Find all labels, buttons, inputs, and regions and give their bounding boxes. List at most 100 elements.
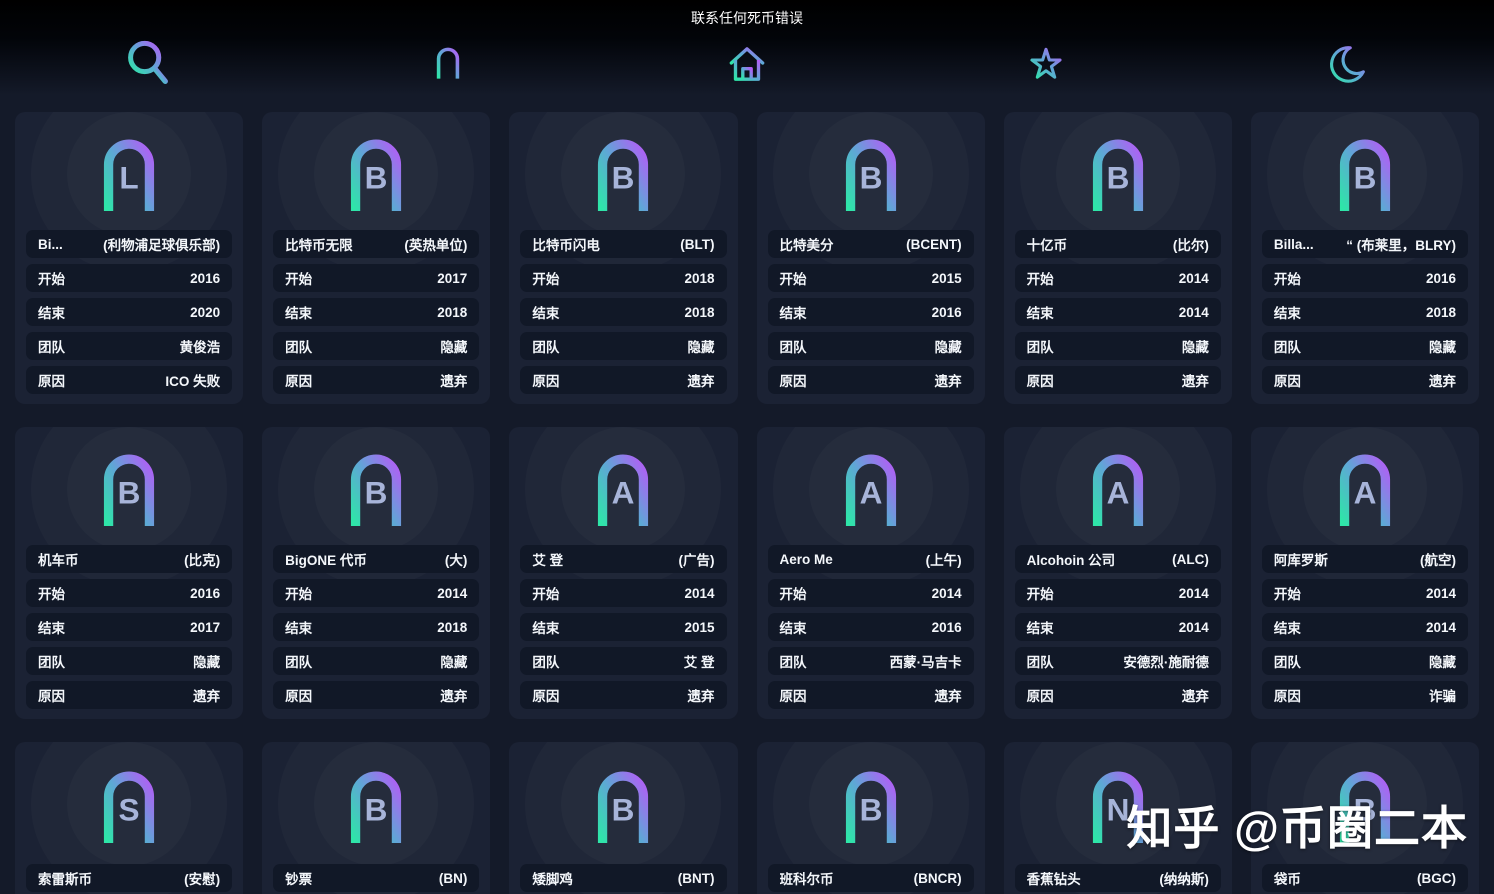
search-icon (123, 38, 175, 90)
nav-tombstone[interactable] (299, 41, 598, 87)
field-value: 遗弃 (1182, 370, 1209, 390)
field-label: 原因 (285, 685, 312, 705)
field-label: 开始 (1027, 583, 1054, 603)
coin-title-row: Aero Me(上午) (768, 545, 974, 573)
end-year-row: 结束2016 (768, 613, 974, 641)
coin-title-row: 比特币无限(英热单位) (273, 230, 479, 258)
coin-title-row: 阿库罗斯(航空) (1262, 545, 1468, 573)
start-year-row: 开始 2016 (1262, 264, 1468, 292)
coin-card[interactable]: B Billa...“ (布莱里，BLRY) 开始2016 结束2018 团队隐… (1251, 112, 1479, 404)
field-value: 遗弃 (688, 685, 715, 705)
field-label: 结束 (1274, 617, 1301, 637)
nav-moon[interactable] (1195, 41, 1494, 87)
reason-row: 原因遗弃 (26, 681, 232, 709)
tombstone-icon: B (520, 120, 726, 224)
nav-star[interactable] (896, 41, 1195, 87)
field-label: 结束 (285, 617, 312, 637)
nav-search[interactable] (0, 38, 299, 90)
field-label: 团队 (532, 336, 559, 356)
star-icon (1023, 41, 1069, 87)
reason-row: 原因遗弃 (520, 366, 726, 394)
field-label: 原因 (1274, 685, 1301, 705)
coin-card[interactable]: S 索雷斯币(安慰) (15, 742, 243, 894)
tombstone-icon: B (273, 120, 479, 224)
tombstone-icon: B (26, 435, 232, 539)
coin-title-row: BigONE 代币 (大) (273, 545, 479, 573)
field-label: 开始 (1274, 268, 1301, 288)
tombstone-icon: B (520, 750, 726, 858)
field-label: 团队 (1274, 651, 1301, 671)
field-value: 2014 (932, 586, 962, 601)
coin-card[interactable]: L Bi...(利物浦足球俱乐部) 开始2016 结束2020 团队黄俊浩 原因… (15, 112, 243, 404)
start-year-row: 开始2014 (273, 579, 479, 607)
coin-title-row: 钞票(BN) (273, 864, 479, 892)
end-year-row: 结束2018 (273, 298, 479, 326)
team-row: 团队隐藏 (273, 332, 479, 360)
coin-symbol: (大) (445, 549, 468, 569)
field-value: 遗弃 (935, 370, 962, 390)
coin-card[interactable]: A Alcohoin 公司(ALC) 开始2014 结束2014 团队安德烈·施… (1004, 427, 1232, 719)
coin-symbol: (安慰) (184, 868, 220, 888)
coin-card[interactable]: B 袋币(BGC) (1251, 742, 1479, 894)
field-label: 团队 (780, 651, 807, 671)
field-value: 隐藏 (193, 651, 220, 671)
reason-row: 原因遗弃 (768, 366, 974, 394)
coin-symbol: “ (布莱里，BLRY) (1346, 234, 1456, 254)
coin-name: 索雷斯币 (38, 868, 92, 888)
svg-text:N: N (1106, 792, 1129, 828)
field-value: 2016 (1426, 271, 1456, 286)
coin-card[interactable]: A Aero Me(上午) 开始2014 结束2016 团队西蒙·马吉卡 原因遗… (757, 427, 985, 719)
end-year-row: 结束2018 (1262, 298, 1468, 326)
tombstone-icon: A (1015, 435, 1221, 539)
coin-title-row: 机车币(比克) (26, 545, 232, 573)
coin-name: BigONE 代币 (285, 549, 367, 569)
field-label: 开始 (38, 583, 65, 603)
nav-home[interactable] (598, 41, 897, 87)
coin-symbol: (纳纳斯) (1159, 868, 1209, 888)
svg-text:B: B (1354, 792, 1377, 828)
field-label: 开始 (285, 583, 312, 603)
coin-card[interactable]: B 矮脚鸡(BNT) (509, 742, 737, 894)
coin-card[interactable]: B 比特币闪电(BLT) 开始2018 结束2018 团队隐藏 原因遗弃 (509, 112, 737, 404)
field-value: 2018 (684, 271, 714, 286)
coin-symbol: (BNCR) (914, 871, 962, 886)
field-value: 西蒙·马吉卡 (890, 651, 962, 671)
svg-text:A: A (1354, 475, 1377, 511)
field-value: 隐藏 (1182, 336, 1209, 356)
field-label: 原因 (38, 685, 65, 705)
moon-icon (1322, 41, 1368, 87)
coin-card[interactable]: B 比特美分(BCENT) 开始2015 结束2016 团队隐藏 原因遗弃 (757, 112, 985, 404)
field-value: 黄俊浩 (180, 336, 221, 356)
field-value: 2016 (932, 620, 962, 635)
field-label: 原因 (532, 370, 559, 390)
coin-title-row: 袋币(BGC) (1262, 864, 1468, 892)
field-value: 2020 (190, 305, 220, 320)
coin-card[interactable]: B 钞票(BN) (262, 742, 490, 894)
coin-symbol: (BGC) (1417, 871, 1456, 886)
coin-card[interactable]: A 阿库罗斯(航空) 开始2014 结束2014 团队隐藏 原因诈骗 (1251, 427, 1479, 719)
navbar (0, 33, 1494, 95)
field-label: 开始 (780, 583, 807, 603)
coin-card[interactable]: B 机车币(比克) 开始2016 结束2017 团队隐藏 原因遗弃 (15, 427, 243, 719)
field-label: 结束 (780, 302, 807, 322)
coin-card[interactable]: B 十亿币(比尔) 开始2014 结束2014 团队隐藏 原因遗弃 (1004, 112, 1232, 404)
coin-symbol: (上午) (926, 549, 962, 569)
coin-card[interactable]: N 香蕉钻头(纳纳斯) (1004, 742, 1232, 894)
coin-card[interactable]: A 艾 登(广告) 开始2014 结束2015 团队艾 登 原因遗弃 (509, 427, 737, 719)
coin-card[interactable]: B 比特币无限(英热单位) 开始2017 结束2018 团队隐藏 原因遗弃 (262, 112, 490, 404)
svg-text:B: B (1354, 160, 1377, 196)
coin-name: 矮脚鸡 (532, 868, 573, 888)
field-value: 2016 (190, 271, 220, 286)
coin-name: Bi... (38, 237, 63, 252)
coin-card[interactable]: B BigONE 代币(大) 开始2014 结束2018 团队隐藏 原因遗弃 (262, 427, 490, 719)
start-year-row: 开始2014 (1262, 579, 1468, 607)
team-row: 团队隐藏 (520, 332, 726, 360)
coin-name: 班科尔币 (780, 868, 834, 888)
field-value: 2014 (1426, 620, 1456, 635)
coin-card[interactable]: B 班科尔币(BNCR) (757, 742, 985, 894)
coin-symbol: (利物浦足球俱乐部) (103, 234, 220, 254)
coin-name: 钞票 (285, 868, 312, 888)
team-row: 团队安德烈·施耐德 (1015, 647, 1221, 675)
field-value: 2014 (684, 586, 714, 601)
coin-symbol: (BCENT) (906, 237, 962, 252)
